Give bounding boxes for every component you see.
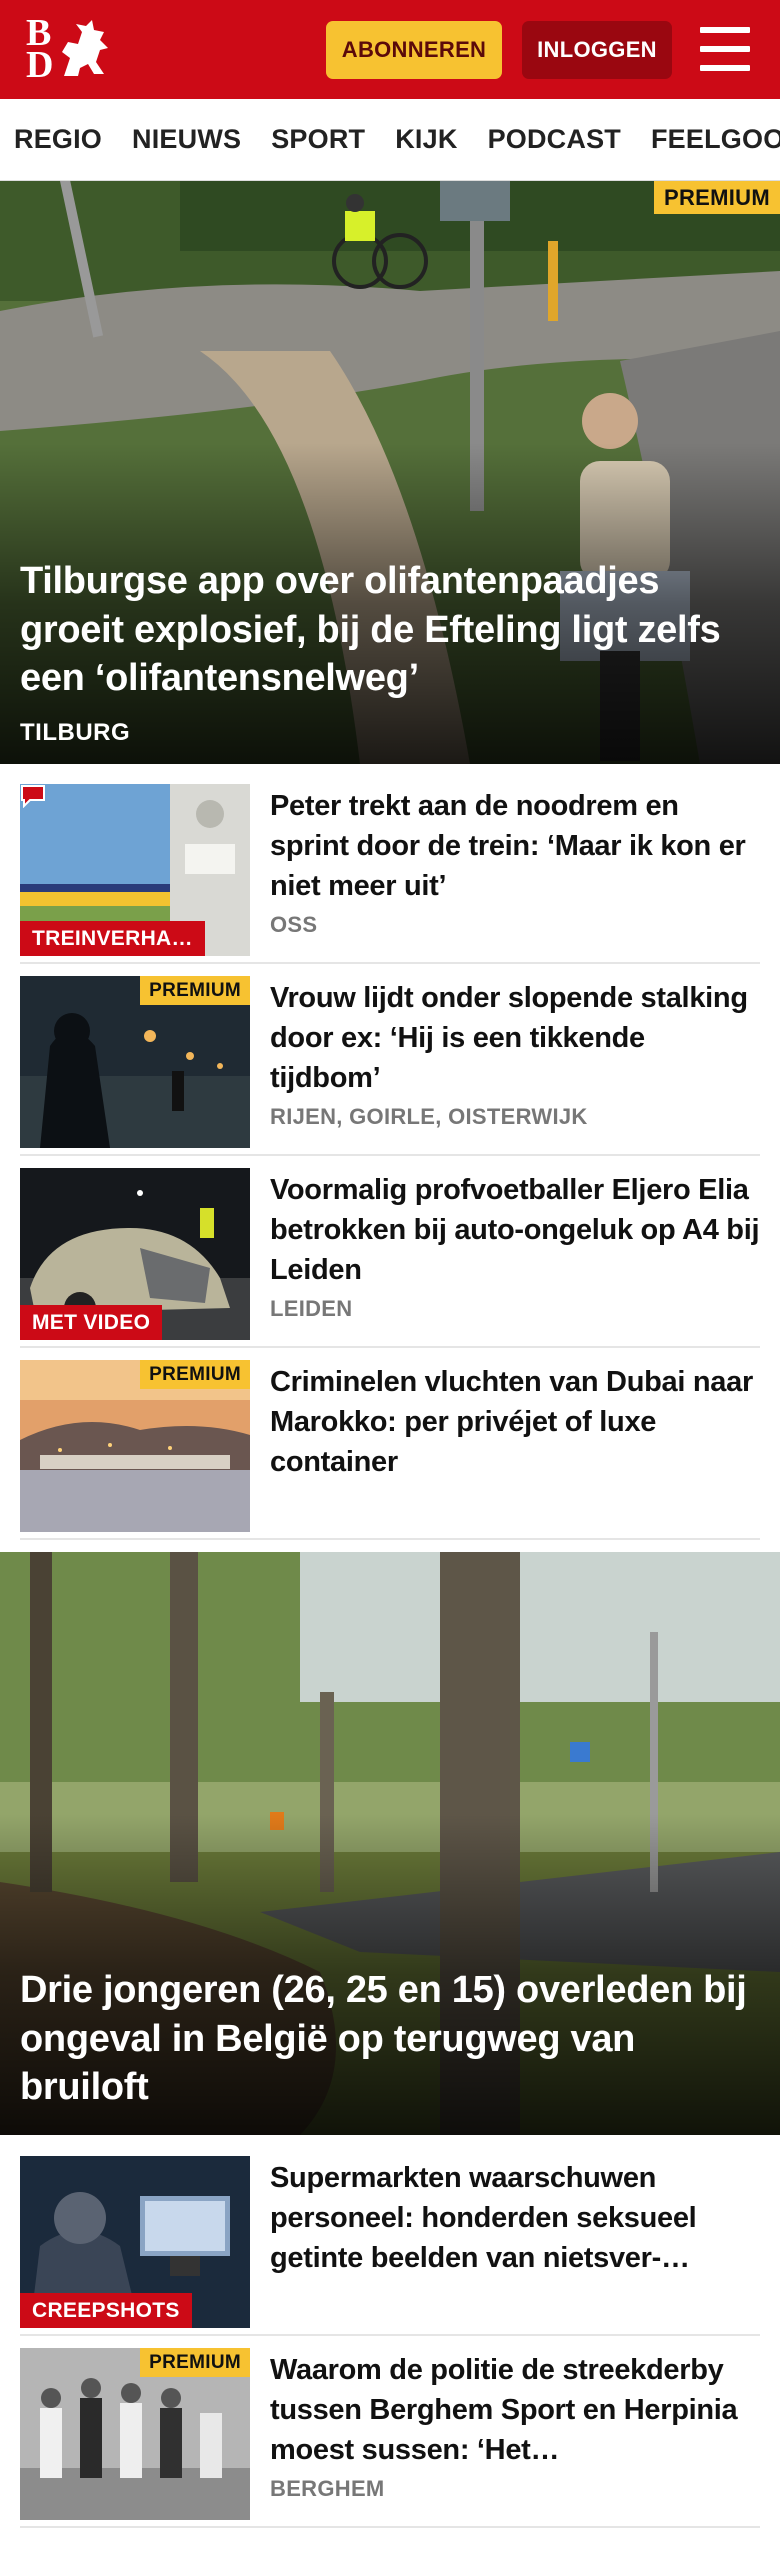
article-thumbnail: MET VIDEO: [20, 1168, 250, 1340]
article-thumbnail: PREMIUM: [20, 2348, 250, 2520]
premium-badge: PREMIUM: [140, 1360, 250, 1389]
article-headline[interactable]: Criminelen vluchten van Dubai naar Marok…: [270, 1362, 760, 1482]
section-nav: REGIO NIEUWS SPORT KIJK PODCAST FEELGOOD…: [0, 99, 780, 181]
list-item-supermarkten[interactable]: CREEPSHOTS Supermarkten waarschuwen pers…: [20, 2156, 760, 2336]
nav-item-podcast[interactable]: PODCAST: [488, 124, 621, 155]
article-location: BERGHEM: [270, 2476, 385, 2501]
premium-badge: PREMIUM: [654, 181, 780, 214]
article-location: OSS: [270, 912, 318, 937]
nav-item-sport[interactable]: SPORT: [271, 124, 365, 155]
site-header: B D ABONNEREN INLOGGEN: [0, 0, 780, 99]
list-item-stalking[interactable]: PREMIUM Vrouw lijdt onder slopende stalk…: [20, 976, 760, 1156]
article-headline[interactable]: Supermarkten waarschuwen personeel: hond…: [270, 2158, 760, 2278]
login-button[interactable]: INLOGGEN: [522, 21, 672, 79]
comment-icon: [21, 785, 45, 808]
article-thumbnail: PREMIUM: [20, 1360, 250, 1532]
category-tag: TREINVERHA…: [20, 921, 205, 956]
article-headline[interactable]: Peter trekt aan de noodrem en sprint doo…: [270, 786, 760, 906]
category-tag: MET VIDEO: [20, 1305, 163, 1340]
article-location: RIJEN, GOIRLE, OISTERWIJK: [270, 1104, 588, 1129]
list-item-streekderby[interactable]: PREMIUM Waarom de politie de streekder­b…: [20, 2348, 760, 2528]
hero-location: TILBURG: [20, 719, 131, 746]
subscribe-button[interactable]: ABONNEREN: [326, 21, 502, 79]
nav-item-nieuws[interactable]: NIEUWS: [132, 124, 241, 155]
article-headline[interactable]: Voormalig profvoetballer Eljero Elia bet…: [270, 1170, 760, 1290]
hero-headline[interactable]: Drie jongeren (26, 25 en 15) overleden b…: [20, 1966, 756, 2112]
nav-item-kijk[interactable]: KIJK: [395, 124, 457, 155]
article-headline[interactable]: Waarom de politie de streekder­by tussen…: [270, 2350, 760, 2470]
category-tag: CREEPSHOTS: [20, 2293, 192, 2328]
article-thumbnail: PREMIUM: [20, 976, 250, 1148]
list-item-peter-noodrem[interactable]: TREINVERHA… Peter trekt aan de noodrem e…: [20, 784, 760, 964]
article-location: LEIDEN: [270, 1296, 353, 1321]
hero-headline[interactable]: Tilburgse app over olifantenpaadjes groe…: [20, 557, 756, 703]
nav-item-feelgood[interactable]: FEELGOOD: [651, 124, 780, 155]
article-headline[interactable]: Vrouw lijdt onder slopende stalking door…: [270, 978, 760, 1098]
list-item-dubai-marokko[interactable]: PREMIUM Criminelen vluchten van Dubai na…: [20, 1360, 760, 1540]
bd-logo[interactable]: B D: [26, 14, 116, 84]
horse-emblem-icon: [62, 20, 108, 76]
nav-item-regio[interactable]: REGIO: [14, 124, 102, 155]
logo-letter-d: D: [26, 44, 54, 86]
article-thumbnail: TREINVERHA…: [20, 784, 250, 956]
premium-badge: PREMIUM: [140, 976, 250, 1005]
premium-badge: PREMIUM: [140, 2348, 250, 2377]
list-item-eljero-elia[interactable]: MET VIDEO Voormalig profvoetballer Eljer…: [20, 1168, 760, 1348]
article-thumbnail: CREEPSHOTS: [20, 2156, 250, 2328]
hamburger-menu-icon[interactable]: [700, 27, 750, 71]
hero-article-ongeval-belgie[interactable]: Drie jongeren (26, 25 en 15) overleden b…: [0, 1552, 780, 2135]
hero-article-olifantenpaadjes[interactable]: PREMIUM Tilburgse app over olifantenpaad…: [0, 181, 780, 764]
